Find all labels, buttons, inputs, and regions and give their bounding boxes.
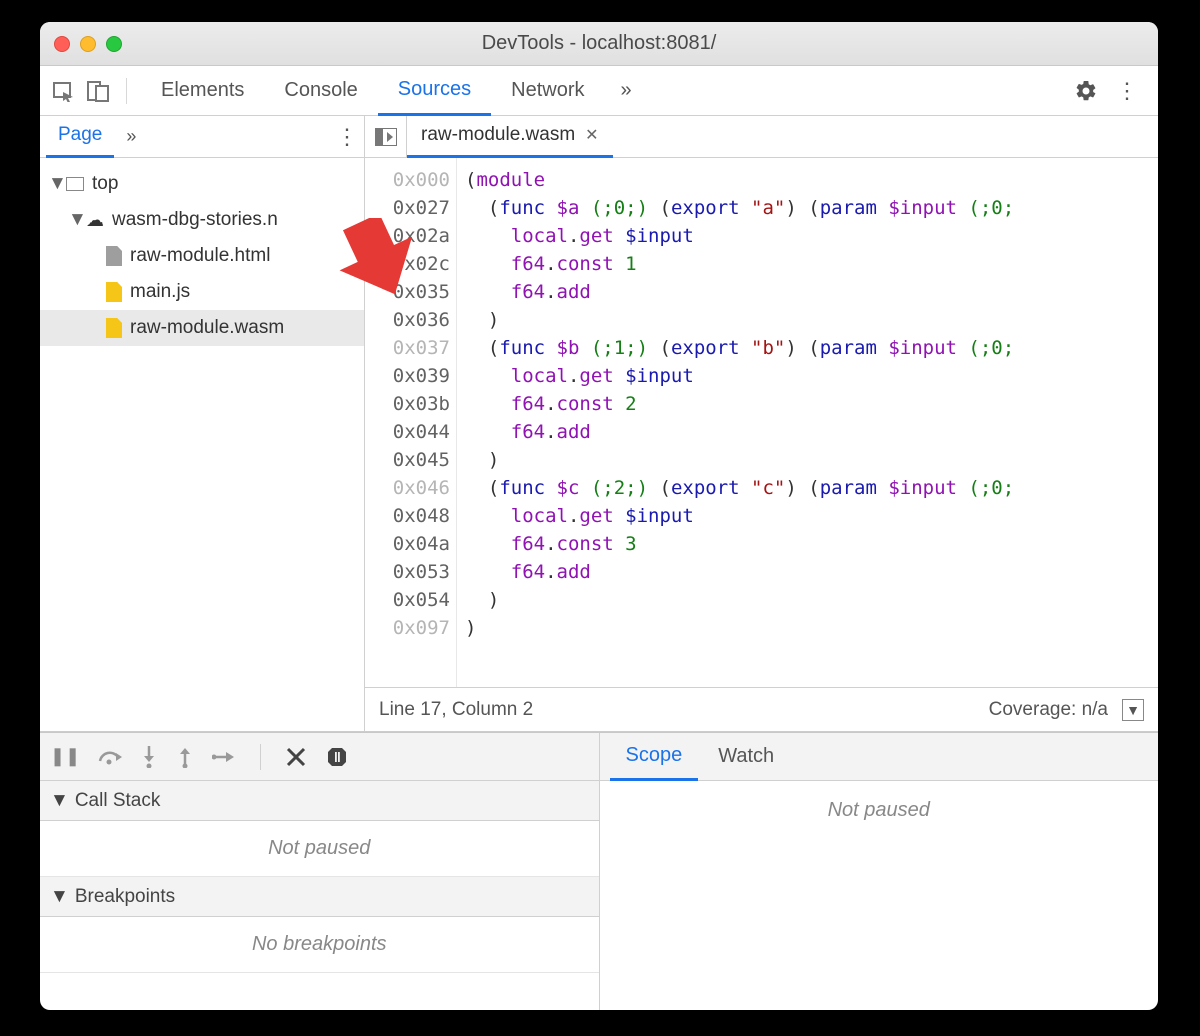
- scope-body: Not paused: [600, 781, 1159, 1010]
- close-tab-icon[interactable]: ✕: [585, 125, 598, 145]
- frame-icon: [66, 177, 84, 191]
- show-console-icon[interactable]: ▼: [1122, 699, 1144, 721]
- deactivate-breakpoints-icon[interactable]: [285, 746, 307, 768]
- editor-tab-label: raw-module.wasm: [421, 124, 575, 146]
- caret-down-icon: ▼: [50, 886, 69, 908]
- cloud-icon: ☁: [86, 210, 104, 231]
- breakpoints-title: Breakpoints: [75, 886, 175, 908]
- file-raw-module-wasm[interactable]: raw-module.wasm: [40, 310, 364, 346]
- tab-elements[interactable]: Elements: [141, 66, 264, 116]
- annotation-arrow-icon: [328, 218, 418, 308]
- close-window-button[interactable]: [54, 36, 70, 52]
- editor-tab[interactable]: raw-module.wasm ✕: [407, 116, 613, 158]
- tree-domain[interactable]: ▼ ☁ wasm-dbg-stories.n: [40, 202, 364, 238]
- tab-scope[interactable]: Scope: [610, 733, 699, 781]
- window-titlebar: DevTools - localhost:8081/: [40, 22, 1158, 66]
- pause-button[interactable]: ❚❚: [50, 746, 80, 767]
- callstack-title: Call Stack: [75, 790, 161, 812]
- navigator-menu-icon[interactable]: ⋮: [336, 124, 358, 150]
- debugger-toolbar: ❚❚: [40, 733, 599, 781]
- step-icon[interactable]: [212, 749, 236, 765]
- tab-watch[interactable]: Watch: [702, 733, 790, 781]
- file-icon: [106, 282, 122, 302]
- file-raw-module-html[interactable]: raw-module.html: [40, 238, 364, 274]
- breakpoints-body: No breakpoints: [40, 917, 599, 973]
- pause-on-exceptions-icon[interactable]: [325, 745, 349, 769]
- tabs-overflow-button[interactable]: »: [611, 79, 642, 102]
- caret-down-icon: ▼: [68, 209, 78, 231]
- file-icon: [106, 318, 122, 338]
- file-main-js[interactable]: main.js: [40, 274, 364, 310]
- tab-network[interactable]: Network: [491, 66, 604, 116]
- toggle-navigator-icon[interactable]: [365, 116, 407, 157]
- code-editor[interactable]: (module (func $a (;0;) (export "a") (par…: [457, 158, 1158, 687]
- device-toolbar-icon[interactable]: [84, 77, 112, 105]
- kebab-menu-icon[interactable]: ⋮: [1116, 78, 1138, 104]
- caret-down-icon: ▼: [50, 790, 69, 812]
- coverage-status: Coverage: n/a: [989, 699, 1108, 721]
- settings-icon[interactable]: [1074, 79, 1098, 103]
- cursor-position: Line 17, Column 2: [379, 699, 533, 721]
- zoom-window-button[interactable]: [106, 36, 122, 52]
- tab-sources[interactable]: Sources: [378, 66, 491, 116]
- file-icon: [106, 246, 122, 266]
- tree-domain-label: wasm-dbg-stories.n: [112, 209, 278, 231]
- file-tree: ▼ top ▼ ☁ wasm-dbg-stories.n raw-module.…: [40, 158, 364, 354]
- callstack-header[interactable]: ▼ Call Stack: [40, 781, 599, 821]
- minimize-window-button[interactable]: [80, 36, 96, 52]
- breakpoints-header[interactable]: ▼ Breakpoints: [40, 877, 599, 917]
- step-out-icon[interactable]: [176, 746, 194, 768]
- caret-down-icon: ▼: [48, 173, 58, 195]
- file-label: raw-module.wasm: [130, 317, 284, 339]
- page-tab[interactable]: Page: [46, 116, 114, 158]
- tree-root-label: top: [92, 173, 118, 195]
- step-into-icon[interactable]: [140, 746, 158, 768]
- step-over-icon[interactable]: [98, 747, 122, 767]
- file-label: main.js: [130, 281, 190, 303]
- navigator-overflow-button[interactable]: »: [114, 116, 148, 158]
- window-title: DevTools - localhost:8081/: [40, 32, 1158, 55]
- tree-root[interactable]: ▼ top: [40, 166, 364, 202]
- inspect-element-icon[interactable]: [50, 77, 78, 105]
- file-label: raw-module.html: [130, 245, 270, 267]
- callstack-body: Not paused: [40, 821, 599, 877]
- tab-console[interactable]: Console: [264, 66, 377, 116]
- devtools-toolbar: ElementsConsoleSourcesNetwork » ⋮: [40, 66, 1158, 116]
